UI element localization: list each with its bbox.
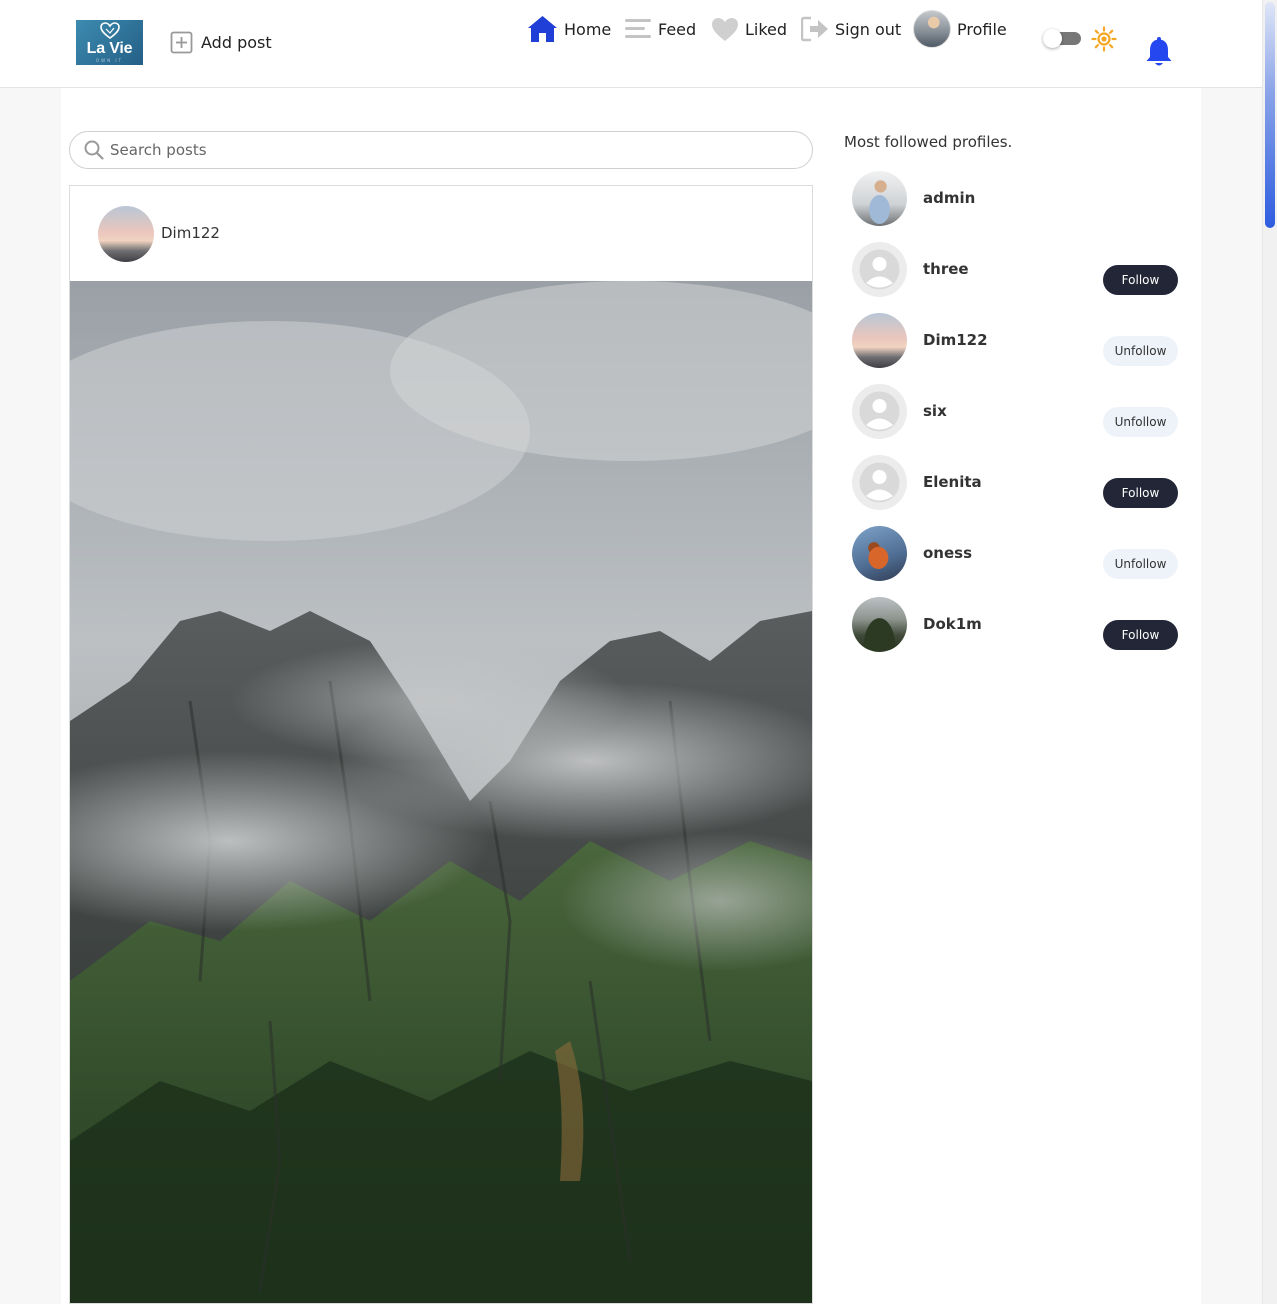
nav-liked[interactable]: Liked: [711, 14, 787, 44]
follow-button[interactable]: Follow: [1103, 265, 1178, 295]
heart-icon: [712, 17, 738, 41]
search-icon: [84, 140, 104, 160]
heart-logo-icon: [100, 22, 120, 39]
profile-name[interactable]: six: [923, 402, 947, 420]
unfollow-button[interactable]: Unfollow: [1103, 336, 1178, 366]
profile-row-three: three Follow: [844, 242, 1184, 306]
avatar[interactable]: [852, 171, 907, 226]
nav-sign-out[interactable]: Sign out: [801, 14, 901, 44]
sign-out-icon: [801, 16, 828, 42]
profile-name[interactable]: admin: [923, 189, 975, 207]
profile-name[interactable]: oness: [923, 544, 972, 562]
search-input[interactable]: [110, 141, 790, 159]
avatar[interactable]: [852, 384, 907, 439]
nav-profile[interactable]: Profile: [913, 10, 1007, 48]
profile-name[interactable]: Elenita: [923, 473, 982, 491]
profile-name[interactable]: Dim122: [923, 331, 988, 349]
profile-name[interactable]: Dok1m: [923, 615, 982, 633]
unfollow-button[interactable]: Unfollow: [1103, 407, 1178, 437]
search-bar[interactable]: [69, 131, 813, 169]
nav-feed-label: Feed: [658, 19, 697, 39]
default-user-icon: [859, 391, 900, 432]
feed-icon: [625, 19, 651, 38]
default-user-icon: [859, 462, 900, 503]
unfollow-button[interactable]: Unfollow: [1103, 549, 1178, 579]
top-navbar: La Vie OWN IT Add post Home Feed Liked S…: [0, 0, 1262, 88]
avatar[interactable]: [852, 313, 907, 368]
profile-row-dok1m: Dok1m Follow: [844, 597, 1184, 661]
nav-feed[interactable]: Feed: [624, 14, 696, 44]
theme-toggle[interactable]: [1043, 29, 1081, 48]
avatar[interactable]: [852, 597, 907, 652]
plus-square-icon: [170, 31, 193, 53]
avatar[interactable]: [852, 242, 907, 297]
follow-button[interactable]: Follow: [1103, 478, 1178, 508]
profile-row-elenita: Elenita Follow: [844, 455, 1184, 519]
home-icon: [528, 16, 557, 42]
scrollbar-thumb[interactable]: [1265, 2, 1275, 228]
nav-home-label: Home: [564, 19, 612, 39]
add-post-button[interactable]: Add post: [170, 30, 272, 54]
logo-subtext: OWN IT: [96, 58, 123, 63]
nav-liked-label: Liked: [745, 19, 788, 39]
avatar[interactable]: [852, 526, 907, 581]
nav-home[interactable]: Home: [527, 14, 611, 44]
post-header: Dim122: [70, 186, 812, 282]
default-user-icon: [859, 249, 900, 290]
profile-row-six: six Unfollow: [844, 384, 1184, 448]
toggle-knob: [1043, 29, 1062, 48]
profile-row-admin: admin: [844, 171, 1184, 235]
post-card: Dim122: [69, 185, 813, 1304]
bell-icon[interactable]: [1144, 36, 1174, 68]
current-user-avatar: [913, 10, 951, 48]
post-image[interactable]: [70, 281, 812, 1304]
post-author-avatar[interactable]: [98, 206, 154, 262]
follow-button[interactable]: Follow: [1103, 620, 1178, 650]
post-author-name[interactable]: Dim122: [161, 224, 220, 242]
site-logo[interactable]: La Vie OWN IT: [76, 20, 143, 65]
profile-row-oness: oness Unfollow: [844, 526, 1184, 590]
add-post-label: Add post: [201, 32, 272, 52]
logo-text: La Vie: [86, 40, 133, 57]
nav-profile-label: Profile: [957, 19, 1007, 39]
nav-sign-out-label: Sign out: [835, 19, 902, 39]
profile-row-dim122: Dim122 Unfollow: [844, 313, 1184, 377]
profile-name[interactable]: three: [923, 260, 969, 278]
sidebar-title: Most followed profiles.: [844, 133, 1013, 151]
page-scrollbar[interactable]: [1262, 0, 1277, 1304]
sun-icon: [1091, 26, 1117, 52]
avatar[interactable]: [852, 455, 907, 510]
